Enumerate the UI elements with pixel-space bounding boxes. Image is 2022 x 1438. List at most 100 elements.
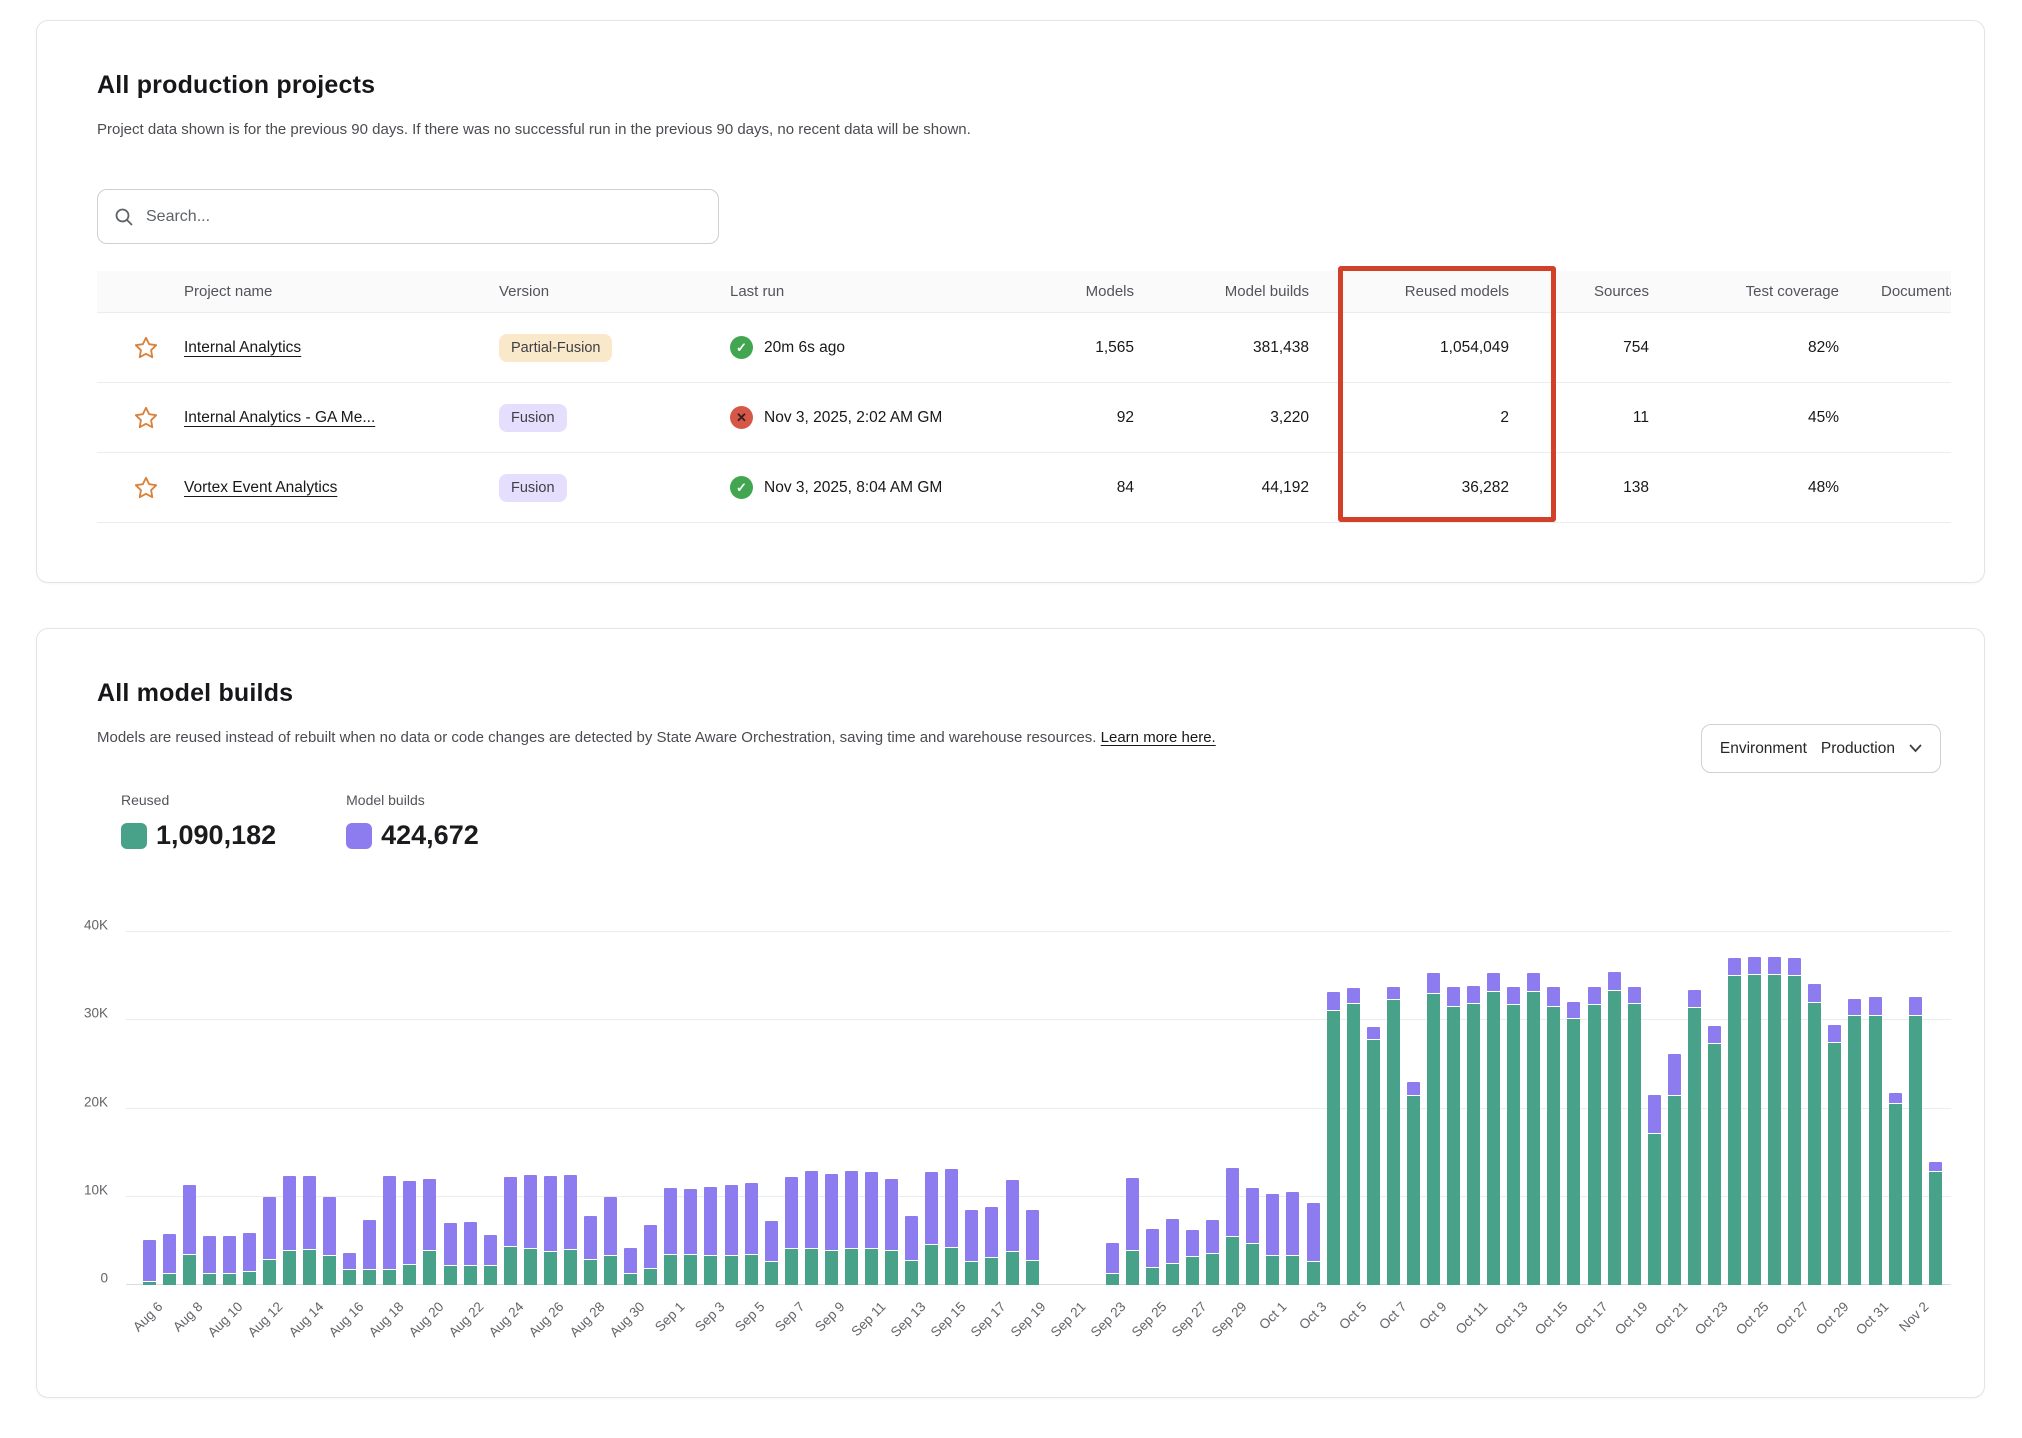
bar-aug-27[interactable]: [564, 1175, 577, 1285]
bar-sep-10[interactable]: [845, 1171, 858, 1285]
bar-oct-23[interactable]: [1708, 1026, 1721, 1285]
bar-oct-21[interactable]: [1668, 1054, 1681, 1285]
bar-aug-26[interactable]: [544, 1176, 557, 1285]
bar-sep-9[interactable]: [825, 1174, 838, 1285]
bar-aug-23[interactable]: [484, 1235, 497, 1285]
bar-oct-17[interactable]: [1588, 987, 1601, 1285]
bar-oct-29[interactable]: [1828, 1025, 1841, 1285]
bar-sep-16[interactable]: [965, 1210, 978, 1285]
bar-sep-1[interactable]: [664, 1188, 677, 1285]
bar-sep-13[interactable]: [905, 1216, 918, 1285]
bar-oct-14[interactable]: [1527, 973, 1540, 1286]
bar-aug-18[interactable]: [383, 1176, 396, 1286]
bar-aug-14[interactable]: [303, 1176, 316, 1285]
bar-nov-3[interactable]: [1929, 1162, 1942, 1285]
bar-oct-27[interactable]: [1788, 958, 1801, 1285]
bar-oct-1[interactable]: [1266, 1194, 1279, 1285]
bar-aug-8[interactable]: [183, 1185, 196, 1285]
bar-aug-31[interactable]: [644, 1225, 657, 1285]
environment-select[interactable]: Environment Production: [1701, 724, 1941, 773]
bar-sep-6[interactable]: [765, 1221, 778, 1285]
bar-oct-11[interactable]: [1467, 986, 1480, 1285]
bar-oct-30[interactable]: [1848, 999, 1861, 1285]
bar-aug-15[interactable]: [323, 1197, 336, 1285]
bar-sep-8[interactable]: [805, 1171, 818, 1285]
bar-sep-18[interactable]: [1006, 1180, 1019, 1285]
bar-sep-30[interactable]: [1246, 1188, 1259, 1285]
bar-sep-24[interactable]: [1126, 1178, 1139, 1285]
star-icon[interactable]: [133, 335, 159, 361]
bar-oct-15[interactable]: [1547, 987, 1560, 1285]
star-icon[interactable]: [133, 475, 159, 501]
bar-sep-12[interactable]: [885, 1179, 898, 1285]
bar-oct-12[interactable]: [1487, 973, 1500, 1286]
bar-sep-26[interactable]: [1166, 1219, 1179, 1285]
bar-oct-5[interactable]: [1347, 988, 1360, 1285]
bar-sep-2[interactable]: [684, 1189, 697, 1285]
bar-sep-19[interactable]: [1026, 1210, 1039, 1285]
bar-oct-25[interactable]: [1748, 957, 1761, 1285]
bar-aug-30[interactable]: [624, 1248, 637, 1285]
bar-oct-6[interactable]: [1367, 1027, 1380, 1285]
bar-oct-8[interactable]: [1407, 1082, 1420, 1285]
bar-oct-18[interactable]: [1608, 972, 1621, 1285]
bar-sep-15[interactable]: [945, 1169, 958, 1285]
bar-aug-11[interactable]: [243, 1233, 256, 1285]
bar-aug-28[interactable]: [584, 1216, 597, 1285]
bar-oct-2[interactable]: [1286, 1192, 1299, 1285]
bar-oct-24[interactable]: [1728, 958, 1741, 1285]
bar-oct-26[interactable]: [1768, 957, 1781, 1285]
bar-sep-23[interactable]: [1106, 1243, 1119, 1285]
bar-sep-28[interactable]: [1206, 1220, 1219, 1285]
bar-sep-17[interactable]: [985, 1207, 998, 1285]
bar-sep-25[interactable]: [1146, 1229, 1159, 1285]
bar-oct-4[interactable]: [1327, 992, 1340, 1285]
bar-sep-27[interactable]: [1186, 1230, 1199, 1285]
table-row[interactable]: Vortex Event AnalyticsFusion✓Nov 3, 2025…: [97, 453, 1951, 523]
bar-sep-5[interactable]: [745, 1183, 758, 1285]
bar-oct-16[interactable]: [1567, 1002, 1580, 1285]
bar-oct-28[interactable]: [1808, 984, 1821, 1285]
bar-nov-1[interactable]: [1889, 1093, 1902, 1285]
project-link[interactable]: Internal Analytics - GA Me...: [184, 409, 375, 426]
learn-more-link[interactable]: Learn more here.: [1101, 729, 1216, 746]
bar-sep-3[interactable]: [704, 1187, 717, 1285]
search-input[interactable]: [146, 208, 702, 226]
bar-aug-24[interactable]: [504, 1177, 517, 1285]
bar-aug-19[interactable]: [403, 1181, 416, 1285]
bar-oct-20[interactable]: [1648, 1095, 1661, 1285]
table-row[interactable]: Internal AnalyticsPartial-Fusion✓20m 6s …: [97, 313, 1951, 383]
bar-oct-19[interactable]: [1628, 987, 1641, 1285]
bar-aug-22[interactable]: [464, 1222, 477, 1285]
bar-oct-7[interactable]: [1387, 987, 1400, 1285]
bar-oct-13[interactable]: [1507, 987, 1520, 1285]
bar-oct-31[interactable]: [1869, 997, 1882, 1285]
project-link[interactable]: Vortex Event Analytics: [184, 479, 337, 496]
bar-aug-20[interactable]: [423, 1179, 436, 1285]
bar-oct-22[interactable]: [1688, 990, 1701, 1285]
project-link[interactable]: Internal Analytics: [184, 339, 301, 356]
bar-sep-4[interactable]: [725, 1185, 738, 1285]
bar-sep-29[interactable]: [1226, 1168, 1239, 1285]
bar-aug-13[interactable]: [283, 1176, 296, 1285]
bar-nov-2[interactable]: [1909, 997, 1922, 1285]
bar-oct-10[interactable]: [1447, 987, 1460, 1285]
bar-oct-9[interactable]: [1427, 973, 1440, 1285]
bar-aug-9[interactable]: [203, 1236, 216, 1285]
bar-sep-11[interactable]: [865, 1172, 878, 1285]
bar-oct-3[interactable]: [1307, 1203, 1320, 1285]
bar-aug-21[interactable]: [444, 1223, 457, 1285]
bar-sep-7[interactable]: [785, 1177, 798, 1285]
bar-aug-6[interactable]: [143, 1240, 156, 1285]
bar-aug-10[interactable]: [223, 1236, 236, 1285]
star-icon[interactable]: [133, 405, 159, 431]
bar-aug-25[interactable]: [524, 1175, 537, 1285]
bar-aug-7[interactable]: [163, 1234, 176, 1285]
bar-aug-29[interactable]: [604, 1197, 617, 1285]
table-row[interactable]: Internal Analytics - GA Me...Fusion✕Nov …: [97, 383, 1951, 453]
bar-aug-17[interactable]: [363, 1220, 376, 1285]
bar-aug-16[interactable]: [343, 1253, 356, 1285]
bar-sep-14[interactable]: [925, 1172, 938, 1285]
search-box[interactable]: [97, 189, 719, 244]
bar-aug-12[interactable]: [263, 1197, 276, 1285]
